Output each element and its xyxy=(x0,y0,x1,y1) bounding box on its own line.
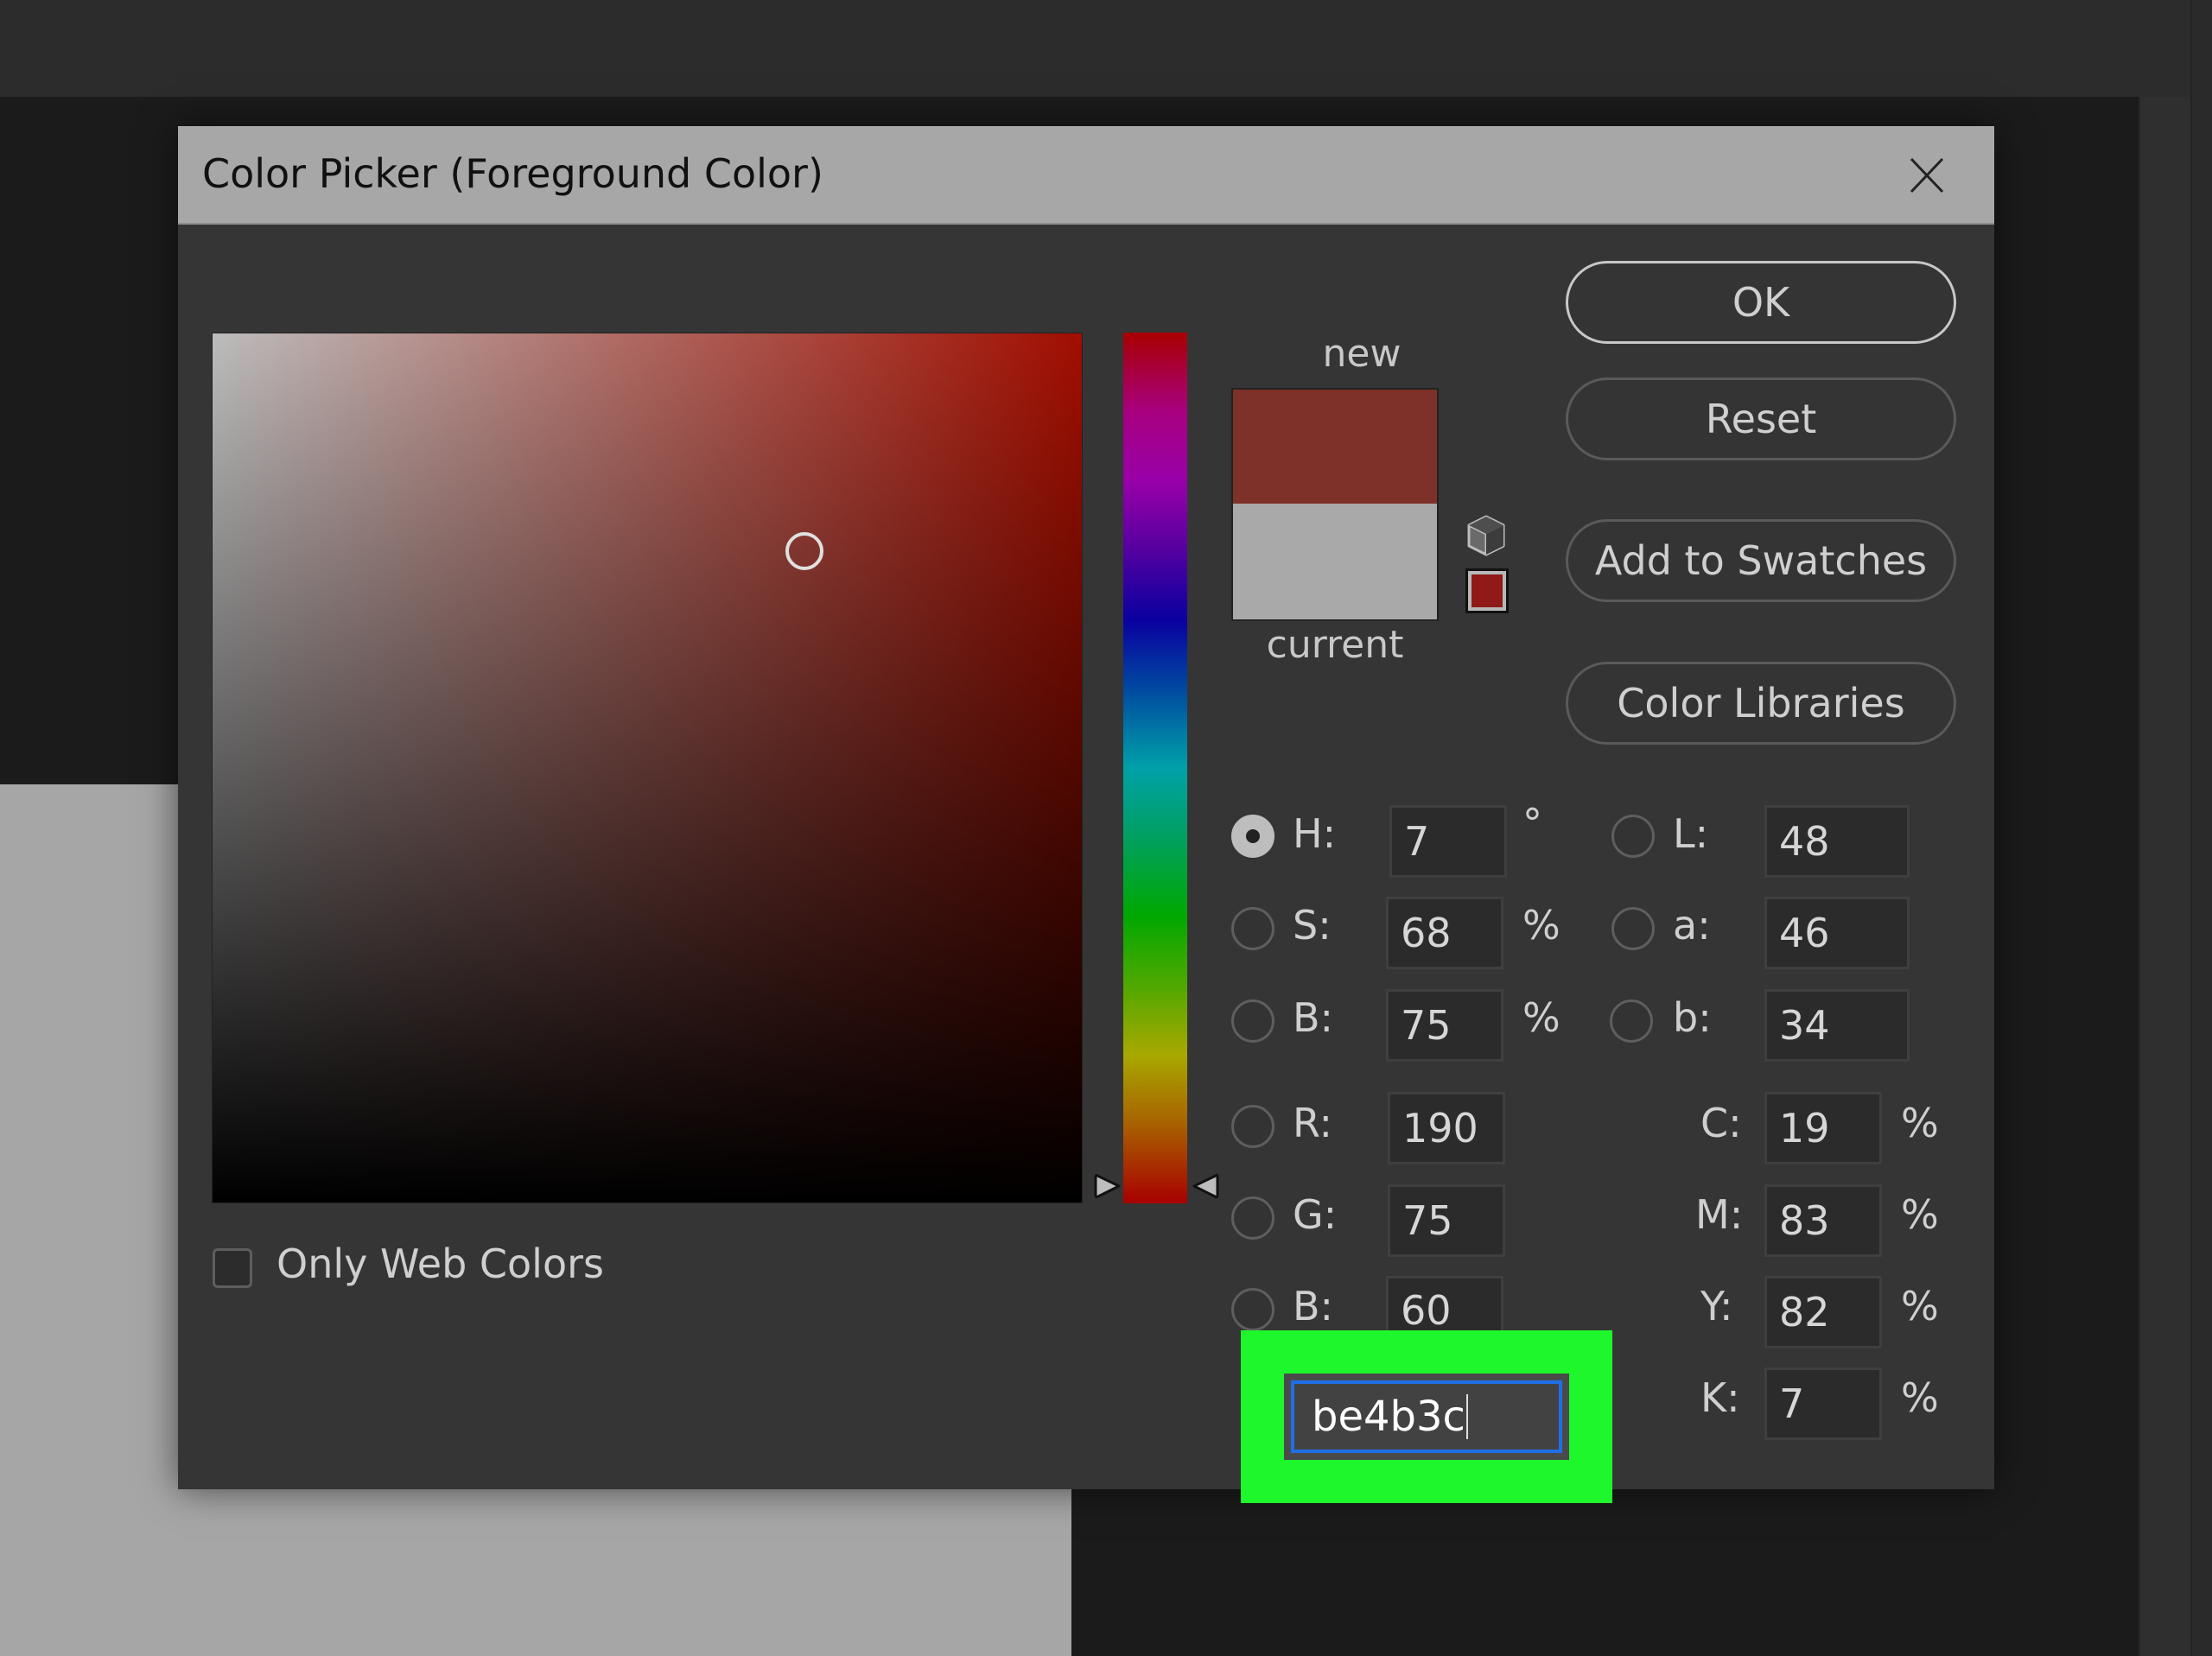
red-radio[interactable] xyxy=(1231,1105,1274,1148)
only-web-colors-label: Only Web Colors xyxy=(276,1240,604,1287)
saturation-field[interactable]: 68 xyxy=(1386,897,1503,969)
web-safe-color-swatch[interactable] xyxy=(1465,568,1509,613)
text-caret xyxy=(1465,1394,1468,1439)
yellow-unit: % xyxy=(1901,1283,1939,1329)
dialog-title-bar[interactable]: Color Picker (Foreground Color) xyxy=(178,126,1994,225)
color-swatch-preview xyxy=(1231,388,1439,621)
black-field[interactable]: 7 xyxy=(1764,1367,1882,1440)
magenta-label: M: xyxy=(1695,1191,1744,1238)
color-picker-dialog: Color Picker (Foreground Color) new curr… xyxy=(178,126,1994,1489)
blue-radio[interactable] xyxy=(1231,1288,1274,1331)
current-color-swatch[interactable] xyxy=(1233,504,1437,619)
color-field-marker[interactable] xyxy=(785,532,824,570)
black-unit: % xyxy=(1901,1374,1939,1421)
lab-l-field[interactable]: 48 xyxy=(1764,805,1910,878)
lab-a-field[interactable]: 46 xyxy=(1764,897,1910,969)
color-libraries-button[interactable]: Color Libraries xyxy=(1566,662,1956,745)
magenta-field[interactable]: 83 xyxy=(1764,1184,1882,1257)
hue-radio[interactable] xyxy=(1231,815,1274,858)
lab-b-field[interactable]: 34 xyxy=(1764,989,1910,1062)
new-color-swatch xyxy=(1233,390,1437,504)
current-color-label: current xyxy=(1266,623,1404,667)
add-to-swatches-button[interactable]: Add to Swatches xyxy=(1566,519,1956,602)
hex-field-container: be4b3c xyxy=(1284,1374,1569,1460)
green-label: G: xyxy=(1293,1191,1338,1238)
dialog-title: Color Picker (Foreground Color) xyxy=(202,150,823,197)
new-color-label: new xyxy=(1322,332,1402,376)
hue-unit: ° xyxy=(1522,800,1542,847)
hex-input[interactable]: be4b3c xyxy=(1291,1380,1562,1453)
lab-a-radio[interactable] xyxy=(1611,907,1655,950)
close-icon xyxy=(1910,157,1944,194)
hue-field[interactable]: 7 xyxy=(1389,805,1507,878)
app-right-panel-edge xyxy=(2190,0,2212,1656)
cyan-field[interactable]: 19 xyxy=(1764,1092,1882,1164)
only-web-colors-checkbox[interactable] xyxy=(213,1248,252,1288)
black-label: K: xyxy=(1700,1374,1740,1421)
saturation-brightness-field[interactable] xyxy=(212,333,1083,1203)
yellow-label: Y: xyxy=(1700,1283,1733,1329)
hue-slider-left-handle-icon[interactable] xyxy=(1093,1172,1122,1200)
brightness-unit: % xyxy=(1522,994,1560,1041)
reset-button[interactable]: Reset xyxy=(1566,378,1956,460)
app-top-bar xyxy=(0,0,2212,97)
cube-icon[interactable] xyxy=(1465,513,1507,558)
hex-value: be4b3c xyxy=(1312,1393,1465,1441)
cyan-unit: % xyxy=(1901,1100,1939,1146)
lab-a-label: a: xyxy=(1673,902,1711,949)
yellow-field[interactable]: 82 xyxy=(1764,1276,1882,1348)
cyan-label: C: xyxy=(1700,1100,1742,1146)
lab-b-radio[interactable] xyxy=(1610,999,1653,1043)
brightness-radio[interactable] xyxy=(1231,999,1274,1043)
web-safe-color-fill xyxy=(1471,574,1503,607)
ok-button[interactable]: OK xyxy=(1566,261,1956,344)
brightness-label: B: xyxy=(1293,994,1334,1041)
red-label: R: xyxy=(1293,1100,1333,1146)
saturation-unit: % xyxy=(1522,902,1560,949)
green-radio[interactable] xyxy=(1231,1196,1274,1240)
close-button[interactable] xyxy=(1901,152,1953,199)
red-field[interactable]: 190 xyxy=(1388,1092,1505,1164)
brightness-field[interactable]: 75 xyxy=(1386,989,1503,1062)
lab-b-label: b: xyxy=(1673,994,1712,1041)
green-field[interactable]: 75 xyxy=(1388,1184,1505,1257)
magenta-unit: % xyxy=(1901,1191,1939,1238)
hue-slider[interactable] xyxy=(1123,333,1187,1203)
lab-l-radio[interactable] xyxy=(1611,815,1655,858)
lab-l-label: L: xyxy=(1673,810,1709,857)
saturation-label: S: xyxy=(1293,902,1332,949)
hue-slider-right-handle-icon[interactable] xyxy=(1191,1172,1220,1200)
hue-label: H: xyxy=(1293,810,1337,857)
blue-label: B: xyxy=(1293,1283,1334,1329)
saturation-radio[interactable] xyxy=(1231,907,1274,950)
